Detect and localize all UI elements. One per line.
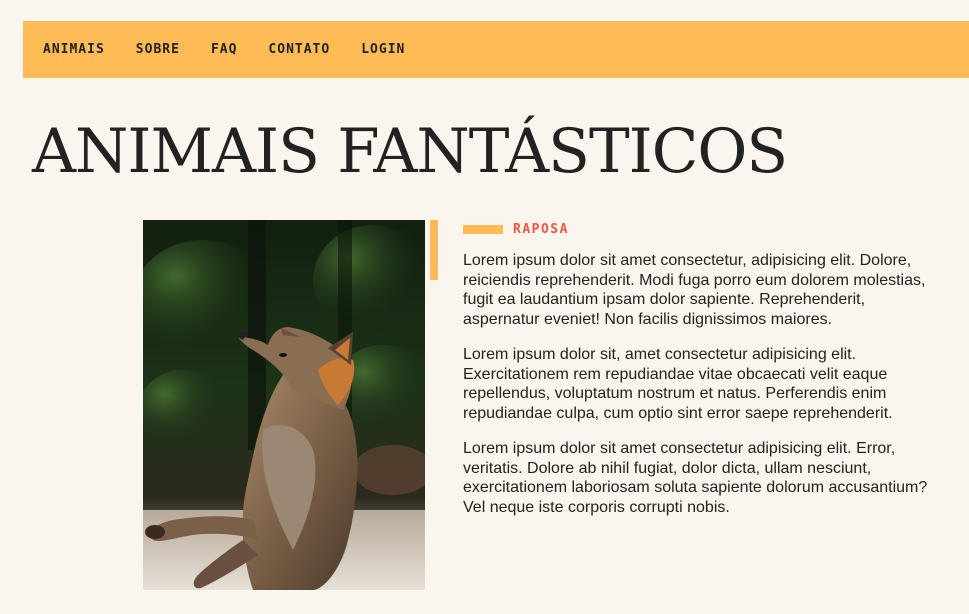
menu-link-faq[interactable]: FAQ bbox=[211, 38, 237, 61]
menu-link-contato[interactable]: CONTATO bbox=[268, 38, 330, 61]
fox-image[interactable] bbox=[143, 220, 425, 590]
menu-item: SOBRE bbox=[136, 38, 180, 61]
menu-item: CONTATO bbox=[268, 38, 330, 61]
animal-name: RAPOSA bbox=[513, 222, 569, 237]
paragraph: Lorem ipsum dolor sit, amet consectetur … bbox=[463, 346, 893, 422]
page-title: ANIMAIS FANTÁSTICOS bbox=[32, 116, 788, 187]
menu-list: ANIMAIS SOBRE FAQ CONTATO LOGIN bbox=[23, 21, 969, 78]
menu-link-animais[interactable]: ANIMAIS bbox=[43, 38, 105, 61]
menu-item: LOGIN bbox=[361, 38, 405, 61]
heading-accent-bar bbox=[463, 225, 503, 234]
animal-heading: RAPOSA bbox=[463, 222, 933, 237]
paragraph: Lorem ipsum dolor sit amet consectetur a… bbox=[463, 440, 928, 516]
animal-list[interactable] bbox=[143, 220, 425, 590]
menu-item: ANIMAIS bbox=[43, 38, 105, 61]
animal-description: RAPOSA Lorem ipsum dolor sit amet consec… bbox=[463, 222, 933, 533]
menu-item: FAQ bbox=[211, 38, 237, 61]
scrollbar-thumb[interactable] bbox=[430, 220, 438, 280]
main-menu: ANIMAIS SOBRE FAQ CONTATO LOGIN bbox=[23, 21, 969, 78]
paragraph: Lorem ipsum dolor sit amet consectetur, … bbox=[463, 252, 926, 328]
menu-link-sobre[interactable]: SOBRE bbox=[136, 38, 180, 61]
menu-link-login[interactable]: LOGIN bbox=[361, 38, 405, 61]
